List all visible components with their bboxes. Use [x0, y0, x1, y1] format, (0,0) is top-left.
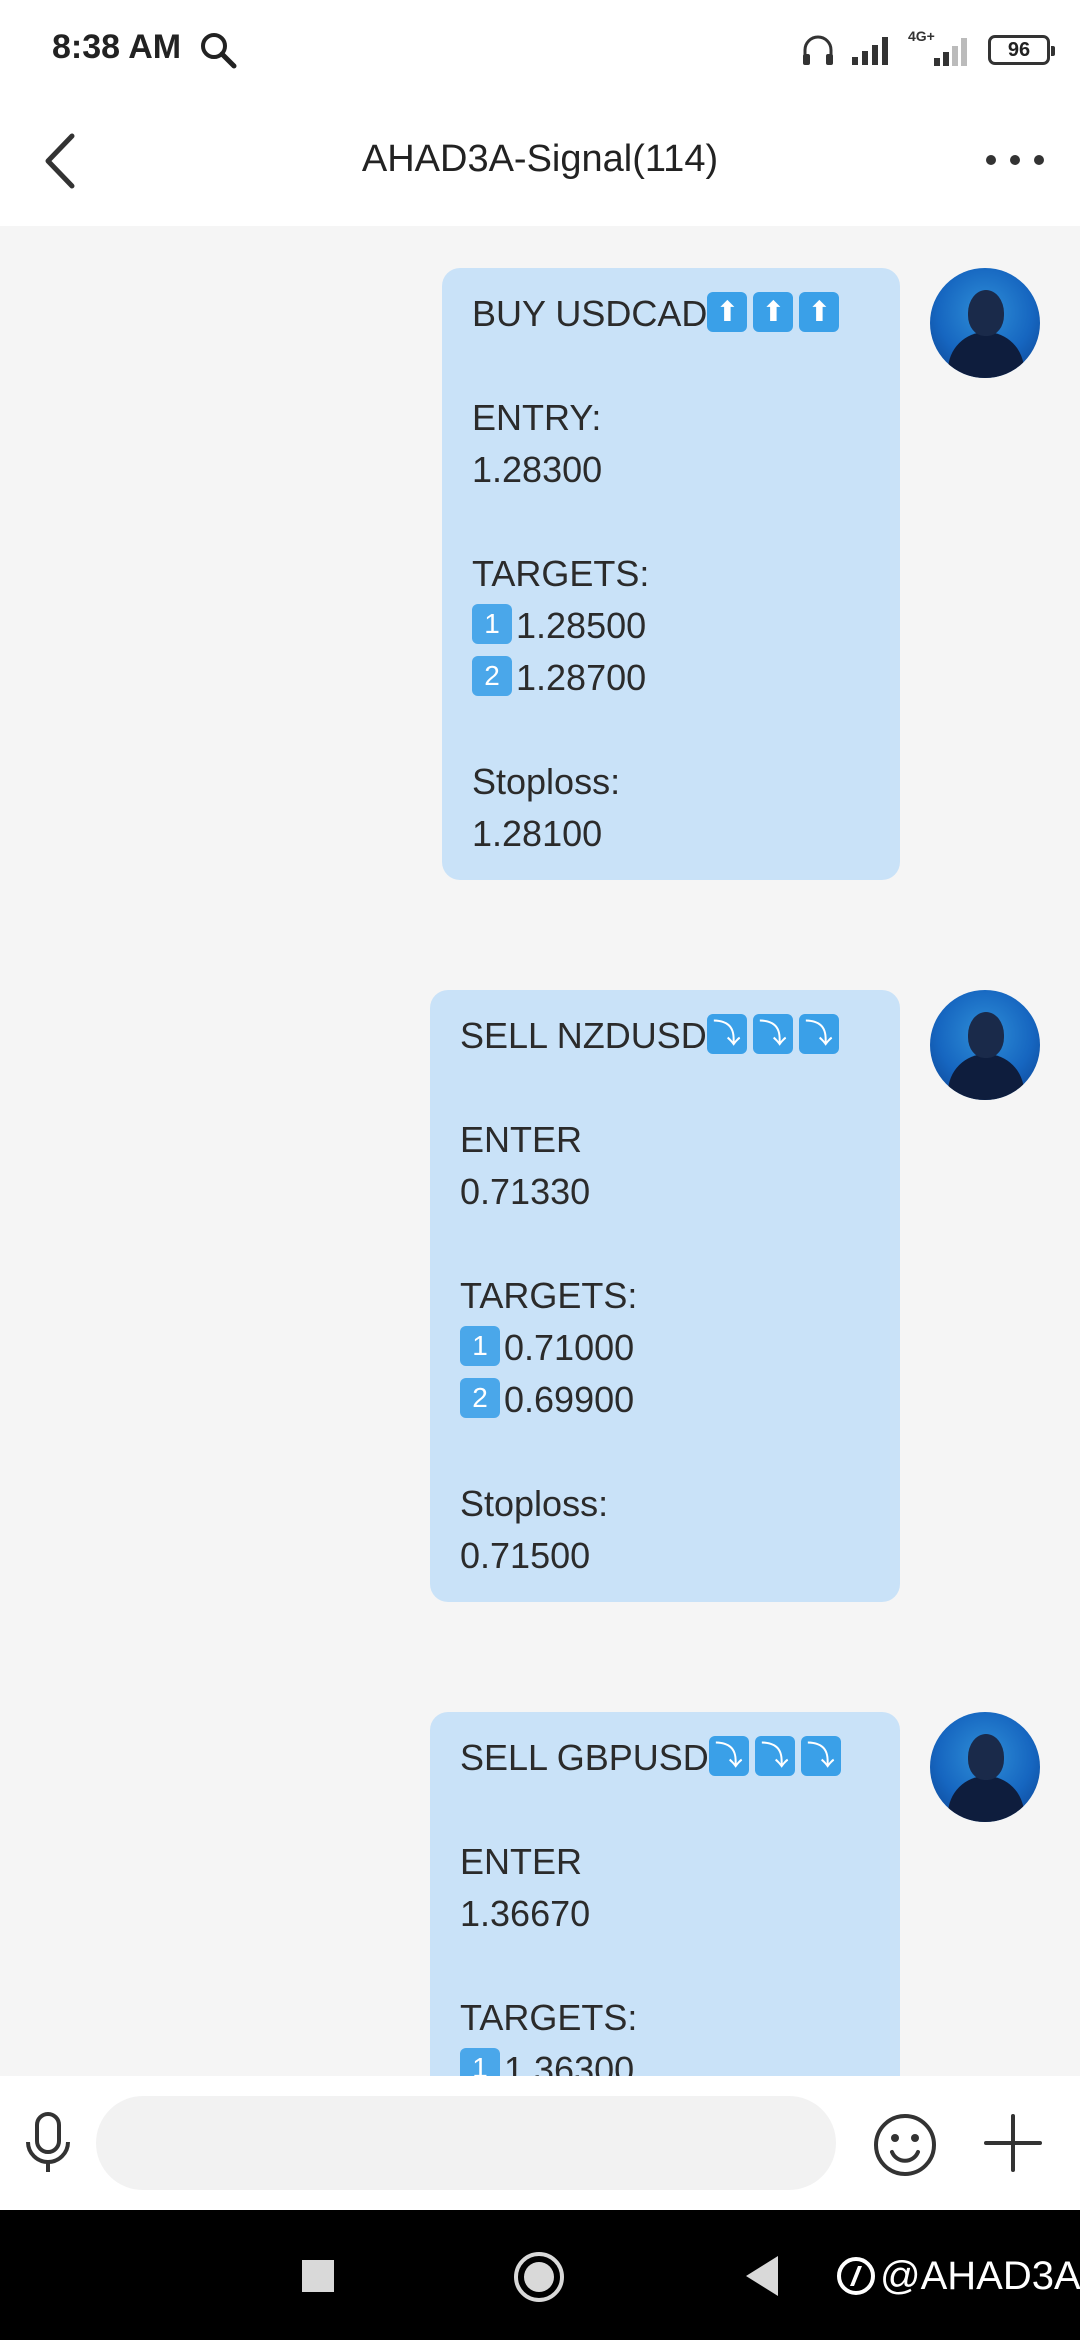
keycap-two-emoji: 2 [472, 656, 512, 697]
more-options-icon[interactable] [970, 130, 1060, 190]
headphones-icon [803, 35, 833, 65]
chat-title: AHAD3A-Signal(114) [361, 138, 719, 180]
arrow-down-curve-emoji: ⤵ [800, 1736, 841, 1777]
emoji-icon[interactable] [872, 2112, 938, 2178]
search-icon [201, 33, 237, 69]
arrow-down-curve-emoji: ⤵ [706, 1014, 747, 1055]
home-circle-icon[interactable] [512, 2250, 566, 2304]
status-time: 8:38 AM [52, 28, 182, 66]
arrow-down-curve-emoji: ⤵ [708, 1736, 749, 1777]
entry-value: 1.28300 [472, 449, 603, 490]
target-value: 1.28500 [516, 605, 647, 646]
entry-value: 0.71330 [460, 1171, 591, 1212]
message-bubble[interactable]: BUY USDCAD ⬆ ⬆ ⬆ ENTRY: 1.28300 TARGETS: 11… [442, 268, 900, 880]
arrow-down-curve-emoji: ⤵ [754, 1736, 795, 1777]
microphone-icon[interactable] [20, 2110, 76, 2176]
back-triangle-icon[interactable] [742, 2252, 782, 2300]
entry-label: ENTRY: [472, 397, 602, 438]
message-list[interactable]: BUY USDCAD ⬆ ⬆ ⬆ ENTRY: 1.28300 TARGETS: 11… [0, 226, 1080, 2076]
keycap-one-emoji: 1 [472, 604, 512, 645]
targets-label: TARGETS: [460, 1275, 638, 1316]
signal-icon [852, 37, 888, 65]
arrow-down-curve-emoji: ⤵ [798, 1014, 839, 1055]
arrow-up-emoji: ⬆ [753, 292, 794, 333]
stoploss-label: Stoploss: [472, 761, 621, 802]
message-bubble[interactable]: SELL GBPUSD ⤵ ⤵ ⤵ ENTER 1.36670 TARGETS: 11… [430, 1712, 900, 2076]
status-bar: 8:38 AM 4G+ 96 [0, 0, 1080, 100]
status-icons: 4G+ 96 [800, 28, 1055, 72]
message-input-bar [0, 2076, 1080, 2210]
entry-value: 1.36670 [460, 1893, 591, 1934]
stoploss-label: Stoploss: [460, 1483, 609, 1524]
arrow-up-emoji: ⬆ [799, 292, 840, 333]
target-value: 1.28700 [516, 657, 647, 698]
stoploss-value: 0.71500 [460, 1535, 591, 1576]
chat-header: AHAD3A-Signal(114) [0, 100, 1080, 226]
keycap-two-emoji: 2 [460, 1378, 500, 1419]
keycap-one-emoji: 1 [460, 2048, 500, 2076]
sender-avatar[interactable] [930, 268, 1040, 378]
signal-4g-icon: 4G+ [908, 28, 974, 70]
stoploss-value: 1.28100 [472, 813, 603, 854]
entry-label: ENTER [460, 1841, 583, 1882]
watermark: @AHAD3A [836, 2248, 1080, 2304]
target-value: 0.69900 [504, 1379, 635, 1420]
message-bubble[interactable]: SELL NZDUSD ⤵ ⤵ ⤵ ENTER 0.71330 TARGETS: 10… [430, 990, 900, 1602]
arrow-up-emoji: ⬆ [707, 292, 748, 333]
system-nav-bar: @AHAD3A [0, 2210, 1080, 2340]
recents-square-icon[interactable] [302, 2260, 334, 2292]
message-input[interactable] [96, 2096, 836, 2190]
signal-title: SELL GBPUSD [460, 1737, 709, 1778]
sender-avatar[interactable] [930, 990, 1040, 1100]
watermark-text: @AHAD3A [880, 2253, 1080, 2298]
targets-label: TARGETS: [472, 553, 650, 594]
targets-label: TARGETS: [460, 1997, 638, 2038]
target-value: 0.71000 [504, 1327, 635, 1368]
signal-title: BUY USDCAD [472, 293, 708, 334]
battery-icon: 96 [988, 35, 1055, 65]
target-value: 1.36300 [504, 2049, 635, 2076]
entry-label: ENTER [460, 1119, 583, 1160]
signal-title: SELL NZDUSD [460, 1015, 707, 1056]
keycap-one-emoji: 1 [460, 1326, 500, 1367]
arrow-down-curve-emoji: ⤵ [752, 1014, 793, 1055]
watermark-logo-icon [837, 2257, 875, 2295]
sender-avatar[interactable] [930, 1712, 1040, 1822]
plus-icon[interactable] [980, 2110, 1046, 2176]
